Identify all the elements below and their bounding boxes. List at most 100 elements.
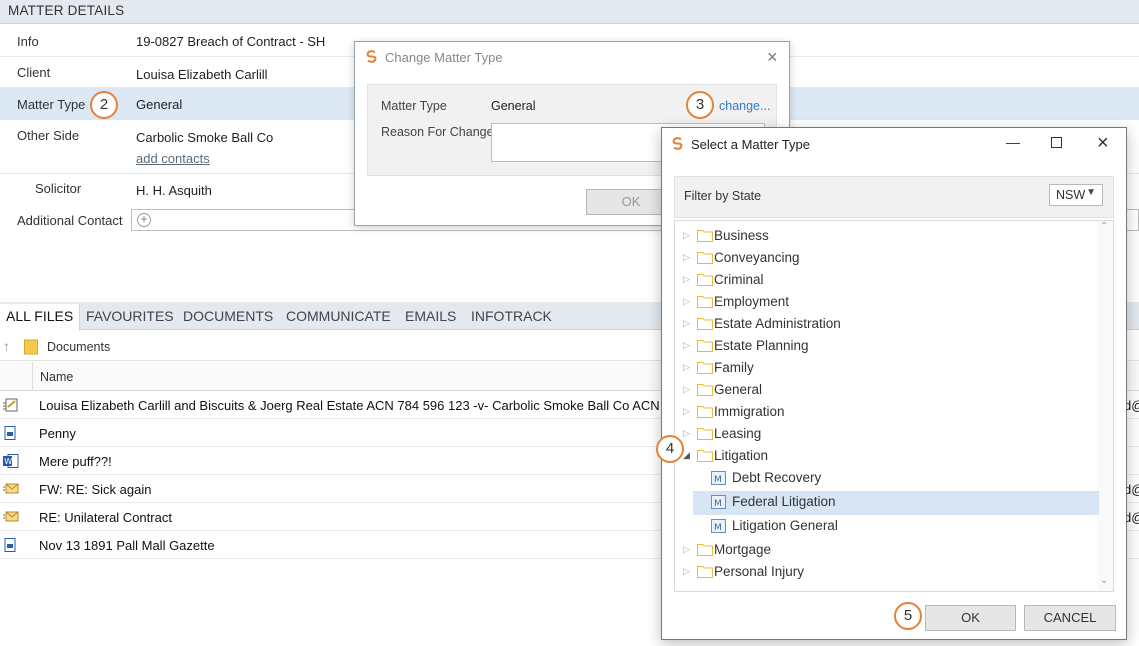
step-4-marker: 4 <box>656 435 684 463</box>
tree-item-label: Personal Injury <box>714 564 805 579</box>
svg-text:M: M <box>714 523 722 533</box>
tree-item[interactable]: ◢ Litigation <box>675 445 1099 467</box>
tree-item-label: Criminal <box>714 272 764 287</box>
state-select-value: NSW <box>1056 188 1086 202</box>
expand-arrow-icon[interactable]: ▷ <box>683 544 690 555</box>
tab-infotrack[interactable]: INFOTRACK <box>471 308 552 324</box>
tree-item-label: Mortgage <box>714 542 772 557</box>
folder-icon <box>697 251 713 264</box>
scroll-down-icon[interactable]: ⌄ <box>1100 575 1108 586</box>
tree-item[interactable]: ▷ Employment <box>675 291 1099 313</box>
file-name[interactable]: FW: RE: Sick again <box>39 482 151 497</box>
tree-item[interactable]: ▷ Mortgage <box>675 539 1099 561</box>
file-name[interactable]: RE: Unilateral Contract <box>39 510 172 525</box>
tab-emails[interactable]: EMAILS <box>405 308 456 324</box>
expand-arrow-icon[interactable]: ▷ <box>683 384 690 395</box>
folder-icon <box>697 317 713 330</box>
select-ok-button[interactable]: OK <box>925 605 1016 631</box>
tab-all-files[interactable]: ALL FILES <box>0 304 81 331</box>
word-doc-icon: W <box>3 454 19 468</box>
folder-icon <box>697 273 713 286</box>
breadcrumb-documents[interactable]: Documents <box>47 340 110 354</box>
expand-arrow-icon[interactable]: ▷ <box>683 296 690 307</box>
expand-arrow-icon[interactable]: ▷ <box>683 318 690 329</box>
tree-item[interactable]: ▷ Business <box>675 225 1099 247</box>
tree-item-label: Litigation <box>714 448 769 463</box>
file-name[interactable]: Penny <box>39 426 76 441</box>
smokeball-logo-icon <box>366 50 377 63</box>
state-select[interactable]: NSW ▼ <box>1049 184 1103 206</box>
tree-scrollbar[interactable]: ⌃ ⌄ <box>1097 221 1113 591</box>
other-side-value[interactable]: Carbolic Smoke Ball Co <box>136 130 273 145</box>
tree-item[interactable]: M Debt Recovery <box>693 467 1099 491</box>
up-arrow-icon[interactable]: ↑ <box>3 338 10 354</box>
file-name[interactable]: Mere puff??! <box>39 454 112 469</box>
expanded-arrow-icon[interactable]: ◢ <box>683 450 690 461</box>
tree-item[interactable]: ▷ Criminal <box>675 269 1099 291</box>
select-matter-type-dialog: Select a Matter Type — × Filter by State… <box>661 127 1127 640</box>
tree-item-label: Debt Recovery <box>732 470 822 485</box>
file-name[interactable]: Louisa Elizabeth Carlill and Biscuits & … <box>39 398 685 413</box>
tree-item[interactable]: M Federal Litigation <box>693 491 1099 515</box>
expand-arrow-icon[interactable]: ▷ <box>683 252 690 263</box>
tree-item[interactable]: ▷ Immigration <box>675 401 1099 423</box>
chevron-down-icon: ▼ <box>1086 187 1096 198</box>
tab-favourites[interactable]: FAVOURITES <box>86 308 174 324</box>
filter-by-state-label: Filter by State <box>684 189 762 203</box>
reason-label: Reason For Change <box>381 125 494 139</box>
matter-type-value[interactable]: General <box>136 97 182 112</box>
add-contact-plus-icon[interactable]: + <box>137 213 151 227</box>
file-name[interactable]: Nov 13 1891 Pall Mall Gazette <box>39 538 215 553</box>
tree-item-label: Leasing <box>714 426 762 441</box>
tree-item[interactable]: M Litigation General <box>693 515 1099 539</box>
expand-arrow-icon[interactable]: ▷ <box>683 230 690 241</box>
select-cancel-button[interactable]: CANCEL <box>1024 605 1116 631</box>
tree-item[interactable]: ▷ Conveyancing <box>675 247 1099 269</box>
folder-icon <box>697 361 713 374</box>
scroll-up-icon[interactable]: ⌃ <box>1100 221 1108 232</box>
tree-item[interactable]: ▷ Family <box>675 357 1099 379</box>
expand-arrow-icon[interactable]: ▷ <box>683 340 690 351</box>
tab-communicate[interactable]: COMMUNICATE <box>286 308 391 324</box>
tree-item[interactable]: ▷ Personal Injury <box>675 561 1099 583</box>
matter-details-header: MATTER DETAILS <box>0 0 1139 24</box>
minimize-icon[interactable]: — <box>1006 134 1020 150</box>
name-column-header[interactable]: Name <box>40 370 73 384</box>
close-icon[interactable]: × <box>1097 133 1109 153</box>
matter-type-tree: ⌃ ⌄ ▷ Business ▷ Conveyancing ▷ Criminal ▷ Empl… <box>674 220 1114 592</box>
change-matter-type-value: General <box>491 99 536 113</box>
solicitor-value[interactable]: H. H. Asquith <box>136 183 212 198</box>
change-link[interactable]: change... <box>719 99 770 113</box>
folder-icon <box>697 405 713 418</box>
form-icon <box>3 398 18 412</box>
client-value[interactable]: Louisa Elizabeth Carlill <box>136 67 268 82</box>
close-icon[interactable]: × <box>767 48 778 66</box>
smokeball-logo-icon <box>672 137 683 150</box>
svg-text:W: W <box>4 457 12 466</box>
tree-item[interactable]: ▷ Estate Planning <box>675 335 1099 357</box>
tree-item-label: General <box>714 382 763 397</box>
matter-type-icon: M <box>711 495 726 509</box>
client-label: Client <box>17 65 51 80</box>
expand-arrow-icon[interactable]: ▷ <box>683 428 690 439</box>
expand-arrow-icon[interactable]: ▷ <box>683 566 690 577</box>
tree-item-label: Business <box>714 228 769 243</box>
info-value: 19-0827 Breach of Contract - SH <box>136 34 326 49</box>
matter-type-icon: M <box>711 519 726 533</box>
expand-arrow-icon[interactable]: ▷ <box>683 274 690 285</box>
add-contacts-link[interactable]: add contacts <box>136 151 210 166</box>
expand-arrow-icon[interactable]: ▷ <box>683 362 690 373</box>
step-3-marker: 3 <box>686 91 714 119</box>
tree-item-label: Federal Litigation <box>732 494 836 509</box>
tree-item[interactable]: ▷ Leasing <box>675 423 1099 445</box>
matter-type-label: Matter Type <box>17 97 86 112</box>
expand-arrow-icon[interactable]: ▷ <box>683 406 690 417</box>
tree-item[interactable]: ▷ General <box>675 379 1099 401</box>
info-label: Info <box>17 34 39 49</box>
email-icon <box>3 482 19 496</box>
change-dialog-title: Change Matter Type <box>385 50 503 65</box>
maximize-icon[interactable] <box>1051 137 1062 148</box>
change-matter-type-label: Matter Type <box>381 99 447 113</box>
tree-item[interactable]: ▷ Estate Administration <box>675 313 1099 335</box>
tab-documents[interactable]: DOCUMENTS <box>183 308 273 324</box>
